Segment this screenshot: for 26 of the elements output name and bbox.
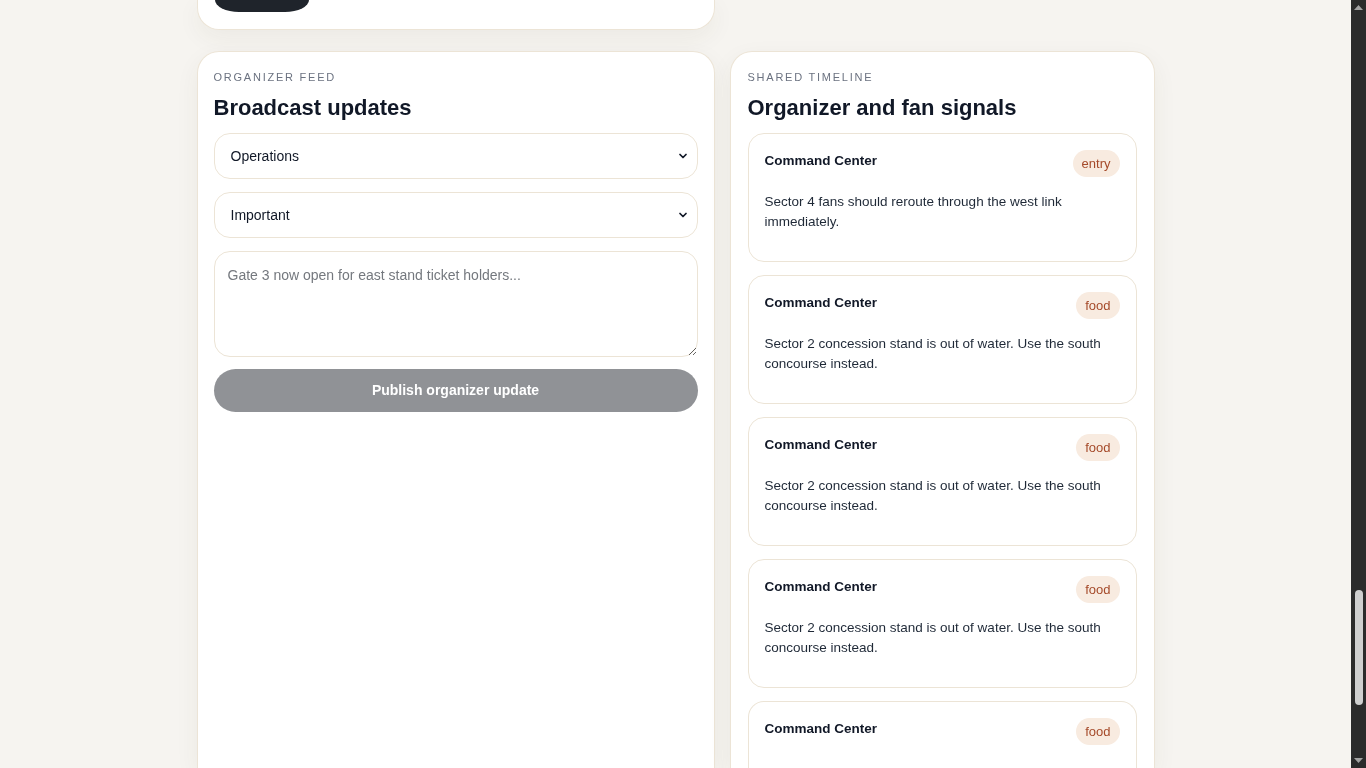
- dropdown-select[interactable]: Important: [213, 192, 698, 238]
- dropdown-select[interactable]: Operations: [213, 133, 698, 179]
- category-tag: entry: [1072, 150, 1120, 177]
- scroll-down-arrow-icon[interactable]: [1354, 758, 1363, 763]
- action-button[interactable]: [214, 0, 309, 12]
- category-tag: food: [1076, 718, 1120, 745]
- section-title: Broadcast updates: [213, 94, 412, 122]
- signal-message: Sector 2 concession stand is out of water. Use the south concourse instead.: [764, 619, 1102, 657]
- signal-author: Command Center: [764, 436, 877, 454]
- scrollbar[interactable]: [1351, 0, 1366, 768]
- scroll-up-arrow-icon[interactable]: [1354, 5, 1363, 10]
- signal-message: Sector 2 concession stand is out of water. Use the south concourse instead.: [764, 335, 1102, 373]
- signal-author: Command Center: [764, 294, 877, 312]
- message-field[interactable]: Gate 3 now open for east stand ticket holders...: [213, 251, 698, 357]
- section-title: Organizer and fan signals: [747, 94, 1017, 122]
- category-tag: food: [1076, 576, 1120, 603]
- category-tag: food: [1076, 292, 1120, 319]
- scrollbar-thumb[interactable]: [1354, 590, 1363, 705]
- category-tag: food: [1076, 434, 1120, 461]
- signal-author: Command Center: [764, 720, 877, 738]
- section-eyebrow: SHARED TIMELINE: [747, 70, 874, 85]
- signal-message: Sector 2 concession stand is out of water. Use the south concourse instead.: [764, 477, 1102, 515]
- signal-author: Command Center: [764, 152, 877, 170]
- section-eyebrow: ORGANIZER FEED: [213, 70, 336, 85]
- signal-author: Command Center: [764, 578, 877, 596]
- signal-message: Sector 4 fans should reroute through the west link immediately.: [764, 193, 1063, 231]
